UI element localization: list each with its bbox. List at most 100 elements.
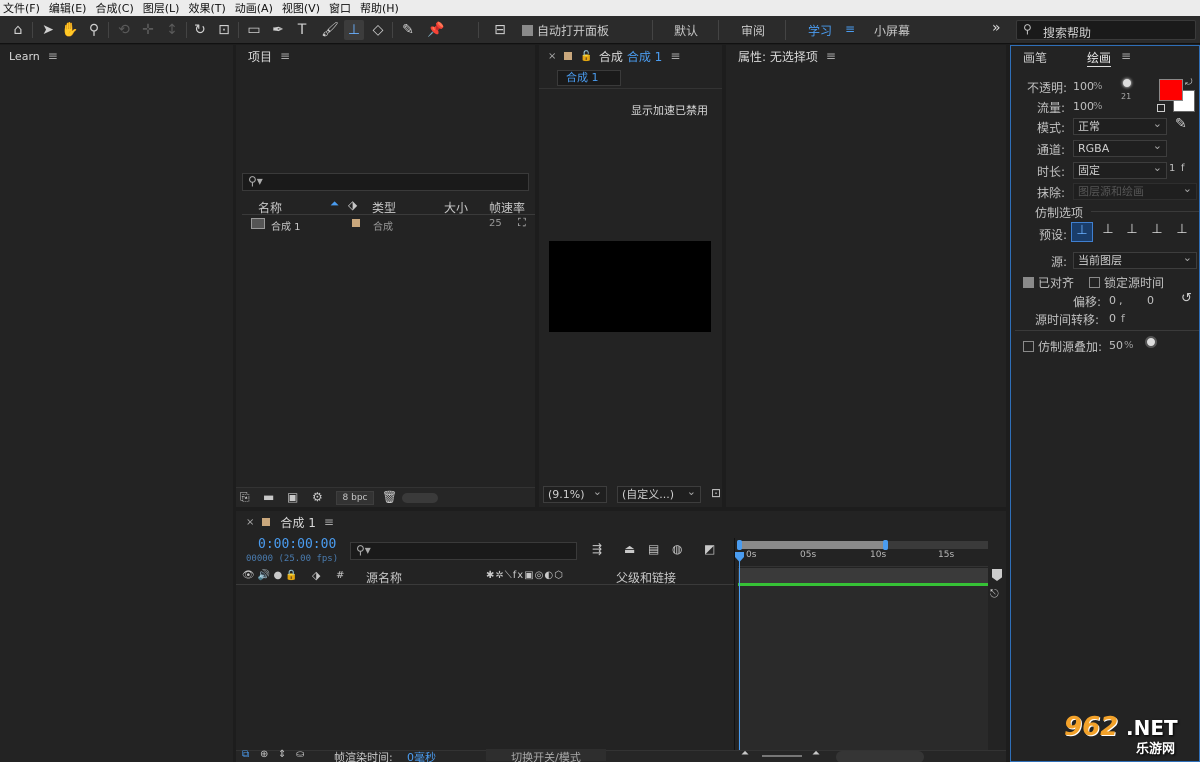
puppet-pin-tool-icon[interactable]: 📌 (426, 20, 446, 40)
clone-preset-4-icon[interactable]: ⊥ (1146, 222, 1168, 242)
dolly-camera-icon[interactable]: ↕ (162, 20, 182, 40)
clone-preset-5-icon[interactable]: ⊥ (1171, 222, 1193, 242)
project-settings-icon[interactable]: ⚙ (312, 490, 323, 504)
panel-menu-icon[interactable]: ≡ (324, 515, 334, 529)
flow-value[interactable]: 100 (1073, 100, 1094, 113)
hide-shy-layers-icon[interactable]: ▤ (648, 542, 659, 556)
menu-view[interactable]: 视图(V) (279, 0, 326, 16)
menu-help[interactable]: 帮助(H) (357, 0, 405, 16)
panel-menu-icon[interactable]: ≡ (48, 49, 58, 63)
pan-camera-icon[interactable]: ✛ (138, 20, 158, 40)
layer-switches-toggle-icon[interactable]: ⧉ (242, 749, 249, 760)
menu-effect[interactable]: 效果(T) (185, 0, 231, 16)
difference-mode-icon[interactable] (1145, 336, 1157, 348)
help-search-input[interactable]: ⚲ 搜索帮助 (1016, 20, 1196, 40)
offset-x-value[interactable]: 0 (1109, 294, 1116, 307)
type-tool-icon[interactable]: T (292, 20, 312, 40)
eraser-tool-icon[interactable]: ◇ (368, 20, 388, 40)
panel-menu-icon[interactable]: ≡ (826, 49, 836, 63)
brush-tool-icon[interactable]: 🖌 (320, 20, 340, 40)
opacity-value[interactable]: 100 (1073, 80, 1094, 93)
workspace-learn[interactable]: 学习 (808, 22, 832, 39)
work-area-bar[interactable] (738, 568, 988, 584)
comp-marker-bin-icon[interactable] (992, 569, 1002, 581)
workspace-menu-icon[interactable]: ≡ (845, 22, 855, 36)
frame-blending-icon[interactable]: ◍ (672, 542, 682, 556)
trash-icon[interactable]: 🗑 (382, 490, 397, 504)
workspace-review[interactable]: 审阅 (741, 22, 765, 39)
new-composition-icon[interactable]: ▣ (287, 490, 298, 504)
snapshot-icon[interactable]: ⊡ (711, 486, 721, 500)
column-name[interactable]: 名称 (258, 199, 282, 216)
interpret-footage-icon[interactable]: ⎘ (240, 490, 250, 505)
home-icon[interactable]: ⌂ (8, 20, 28, 40)
column-fps[interactable]: 帧速率 (489, 199, 525, 216)
panel-menu-icon[interactable]: ≡ (280, 49, 290, 63)
comp-canvas[interactable] (549, 241, 711, 332)
menu-window[interactable]: 窗口 (326, 0, 357, 16)
zoom-in-icon[interactable]: ⏶ (812, 748, 820, 759)
in-out-toggle-icon[interactable]: ⇕ (278, 749, 286, 760)
erase-dropdown[interactable]: 图层源和绘画 (1073, 183, 1197, 200)
more-workspaces-icon[interactable]: » (992, 20, 1001, 36)
resolution-dropdown[interactable]: (自定义...) (617, 486, 701, 503)
playhead[interactable] (739, 553, 740, 752)
aligned-checkbox[interactable]: 已对齐 (1023, 274, 1074, 291)
table-row[interactable]: 合成 1 合成 25 ⛶ (242, 216, 535, 233)
motion-blur-icon[interactable]: ◩ (704, 542, 715, 556)
pen-tool-icon[interactable]: ✒ (268, 20, 288, 40)
source-dropdown[interactable]: 当前图层 (1073, 252, 1197, 269)
rotate-tool-icon[interactable]: ↻ (190, 20, 210, 40)
swap-colors-icon[interactable]: ⤾ (1185, 78, 1193, 88)
transfer-controls-icon[interactable]: ⊕ (260, 749, 268, 760)
clone-preset-2-icon[interactable]: ⊥ (1097, 222, 1119, 242)
work-area-navigator[interactable] (737, 540, 988, 550)
layer-search-input[interactable]: ⚲▾ (350, 542, 577, 560)
column-type[interactable]: 类型 (372, 199, 396, 216)
bit-depth-button[interactable]: 8 bpc (336, 491, 374, 505)
panel-menu-icon[interactable]: ≡ (670, 49, 680, 63)
clone-preset-1-icon[interactable]: ⊥ (1071, 222, 1093, 242)
render-time-toggle-icon[interactable]: ⛀ (296, 749, 304, 760)
tab-paint[interactable]: 绘画 (1087, 49, 1112, 67)
lock-icon[interactable]: 🔓 (580, 51, 592, 62)
toggle-switches-modes-button[interactable]: 切换开关/模式 (486, 749, 606, 762)
timeline-tab-name[interactable]: 合成 1 (280, 514, 315, 531)
clone-overlay-checkbox[interactable]: 仿制源叠加: (1023, 338, 1102, 355)
selection-tool-icon[interactable]: ➤ (38, 20, 58, 40)
offset-y-value[interactable]: 0 (1147, 294, 1154, 307)
timeline-scrollbar[interactable] (836, 751, 924, 762)
brush-tip-icon[interactable] (1123, 79, 1131, 87)
timeline-track-area[interactable] (738, 586, 988, 752)
thumbnail-slider[interactable] (402, 493, 438, 503)
draft-3d-icon[interactable]: ⏏ (624, 542, 635, 556)
pan-behind-tool-icon[interactable]: ⊡ (214, 20, 234, 40)
time-ruler[interactable]: 0s 05s 10s 15s (738, 549, 988, 567)
auto-open-checkbox[interactable]: 自动打开面板 (522, 22, 609, 39)
project-search-input[interactable]: ⚲▾ (242, 173, 529, 191)
close-tab-icon[interactable]: × (548, 51, 556, 62)
comp-subtab[interactable]: 合成 1 (557, 70, 621, 86)
source-time-shift-value[interactable]: 0 (1109, 312, 1116, 325)
orbit-camera-icon[interactable]: ⟲ (114, 20, 134, 40)
flowchart-icon[interactable]: ⛶ (518, 216, 526, 230)
label-tag-icon[interactable]: ⬗ (312, 569, 320, 582)
column-size[interactable]: 大小 (444, 199, 468, 216)
panel-menu-icon[interactable]: ≡ (1121, 49, 1131, 63)
menu-file[interactable]: 文件(F) (0, 0, 46, 16)
workspace-default[interactable]: 默认 (674, 22, 698, 39)
reset-offset-icon[interactable]: ↺ (1181, 291, 1192, 306)
layer-switches-icon[interactable]: ✱✲⟍fx▣◎◐⬡ (486, 570, 564, 581)
tab-comp-name[interactable]: 合成 1 (627, 48, 662, 65)
sort-ascending-icon[interactable]: ⏶ (330, 197, 339, 211)
clone-overlay-value[interactable]: 50 (1109, 339, 1123, 352)
menu-animation[interactable]: 动画(A) (232, 0, 279, 16)
tab-brushes[interactable]: 画笔 (1023, 49, 1047, 66)
new-folder-icon[interactable]: ▬ (263, 490, 274, 504)
column-source-name[interactable]: 源名称 (366, 569, 402, 586)
clone-preset-3-icon[interactable]: ⊥ (1121, 222, 1143, 242)
default-colors-icon[interactable] (1157, 104, 1165, 112)
foreground-color-swatch[interactable] (1159, 79, 1183, 101)
eyedropper-icon[interactable]: ✎ (1175, 116, 1187, 132)
zoom-dropdown[interactable]: (9.1%) (543, 486, 607, 503)
